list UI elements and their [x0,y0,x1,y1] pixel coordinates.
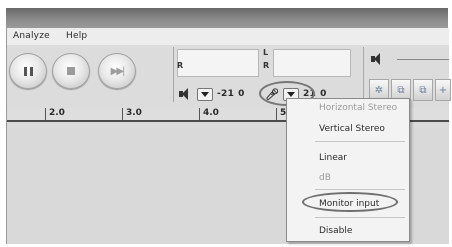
tool-icon: ✲ [374,84,384,96]
menu-item-vertical-stereo[interactable]: Vertical Stereo [319,124,385,134]
ruler-tick [276,108,277,120]
speaker-icon [179,88,193,100]
recording-channel-r-label: R [263,61,270,70]
ruler-tick [122,108,123,120]
tool-icon: ⧉ [397,84,405,96]
window-titlebar [6,8,448,28]
menu-separator [315,141,405,142]
skip-to-end-button[interactable]: ▶▶| [98,53,136,89]
volume-slider[interactable] [397,59,449,60]
playback-meter-dropdown[interactable] [197,87,213,101]
volume-icon [371,53,385,65]
monitor-input-highlight [302,192,398,212]
playback-channel-r-label: R [177,61,184,70]
tool-button[interactable]: + [435,79,451,101]
tool-icon: ⧉ [419,84,427,96]
menu-bar: Analyze Help [7,28,449,45]
menu-item-db: dB [319,173,331,183]
ruler-tick [45,108,46,120]
ruler-label: 2.0 [49,108,65,118]
playback-zero-label: 0 [238,89,245,99]
tool-button[interactable]: ⧉ [413,79,433,101]
playback-meter-controls: -21 0 [179,86,245,102]
playback-meter[interactable] [177,49,259,77]
menu-item-disable[interactable]: Disable [319,226,352,236]
playback-db-label: -21 [217,89,235,99]
menu-item-horizontal-stereo: Horizontal Stereo [319,103,398,113]
stop-button[interactable] [52,53,90,89]
recording-meter[interactable] [273,49,351,77]
recording-channel-l-label: L [263,48,269,57]
tool-icon: + [438,84,448,96]
stop-icon [67,67,75,75]
pause-button[interactable] [9,53,47,89]
ruler-tick [199,108,200,120]
toolbar-divider [363,47,364,102]
toolbar-divider [173,47,174,102]
skip-end-icon: ▶▶| [110,65,126,77]
menu-separator [315,217,405,218]
ruler-label: 4.0 [203,108,219,118]
menu-analyze[interactable]: Analyze [13,31,50,41]
pause-icon [23,66,33,76]
ruler-label: 3.0 [126,108,142,118]
menu-separator [315,189,405,190]
meter-context-menu: Horizontal Stereo Vertical Stereo Linear… [286,98,410,242]
menu-item-linear[interactable]: Linear [319,153,347,163]
menu-help[interactable]: Help [66,31,87,41]
